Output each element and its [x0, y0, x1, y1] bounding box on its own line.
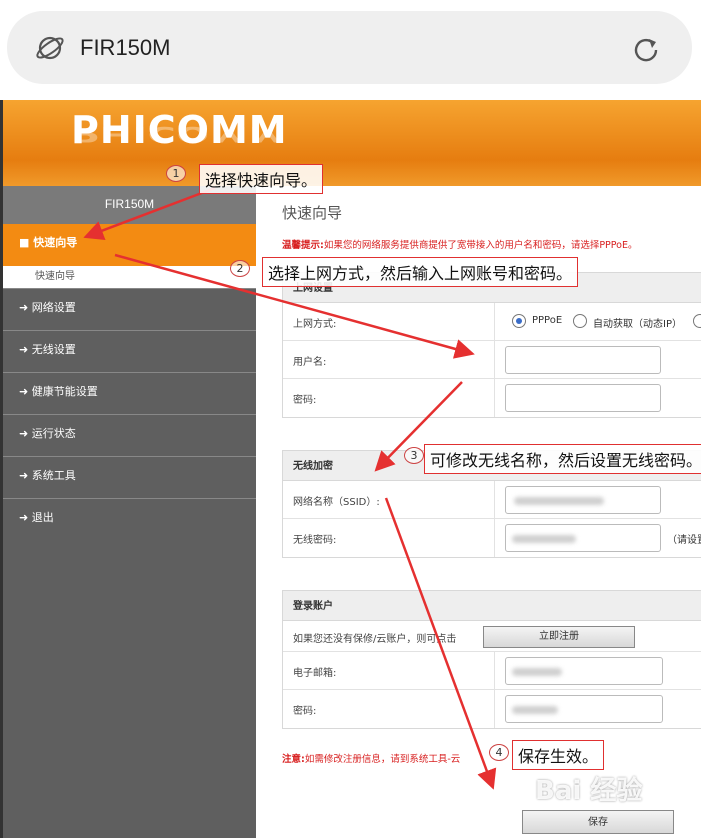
hint-body: 如果您的网络服务提供商提供了宽带接入的用户名和密码，请选择PPPoE。 — [323, 240, 638, 251]
register-button[interactable]: 立即注册 — [483, 626, 635, 648]
address-bar[interactable]: FIR150M — [7, 11, 692, 84]
pppoe-label[interactable]: PPPoE — [532, 315, 562, 326]
pppoe-radio[interactable] — [512, 314, 526, 328]
sidebar-item-label: 快速向导 — [33, 236, 78, 249]
hint-text: 温馨提示:如果您的网络服务提供商提供了宽带接入的用户名和密码，请选择PPPoE。 — [282, 237, 637, 251]
wifi-password-label: 无线密码: — [293, 535, 337, 546]
password-label: 密码: — [293, 395, 317, 406]
step-number-3: 3 — [404, 447, 424, 464]
register-row: 如果您还没有保修/云账户，则可点击 立即注册 — [283, 621, 701, 652]
email-label: 电子邮箱: — [293, 668, 337, 679]
account-password-input[interactable] — [505, 695, 663, 723]
sidebar-item-network[interactable]: ➜ 网络设置 — [3, 288, 256, 330]
reload-icon[interactable] — [631, 34, 661, 64]
dhcp-radio[interactable] — [573, 314, 587, 328]
step-number-2: 2 — [230, 260, 250, 277]
dhcp-label[interactable]: 自动获取（动态IP） — [593, 315, 682, 330]
sidebar-subitem-quick-guide[interactable]: 快速向导 — [3, 266, 256, 288]
sidebar-item-label: 运行状态 — [31, 427, 76, 440]
note-text: 注意:如需修改注册信息，请到系统工具-云 — [282, 751, 460, 765]
hint-prefix: 温馨提示: — [282, 240, 324, 251]
save-button[interactable]: 保存 — [522, 810, 674, 834]
sidebar-item-tools[interactable]: ➜ 系统工具 — [3, 456, 256, 498]
section-header: 登录账户 — [283, 591, 701, 621]
step-4-callout: 保存生效。 — [512, 740, 605, 770]
password-input[interactable] — [505, 384, 661, 412]
page-title: 快速向导 — [282, 204, 343, 222]
header-banner: PHICOMM PHICOMM — [3, 100, 701, 186]
ssid-row: 网络名称（SSID）: — [283, 481, 701, 519]
sidebar-item-wireless[interactable]: ➜ 无线设置 — [3, 330, 256, 372]
email-row: 电子邮箱: — [283, 652, 701, 690]
account-password-row: 密码: — [283, 690, 701, 728]
url-text[interactable]: FIR150M — [80, 33, 170, 63]
account-password-label: 密码: — [293, 706, 317, 717]
mode-row: 上网方式: PPPoE 自动获取（动态IP） — [283, 303, 701, 341]
username-label: 用户名: — [293, 357, 327, 368]
account-section: 登录账户 如果您还没有保修/云账户，则可点击 立即注册 电子邮箱: 密码: — [282, 590, 701, 729]
sidebar-item-label: 退出 — [31, 511, 54, 524]
wifi-password-hint: （请设置不 — [667, 535, 701, 546]
mode-label: 上网方式: — [293, 319, 337, 330]
note-prefix: 注意: — [282, 754, 305, 765]
password-row: 密码: — [283, 379, 701, 417]
wifi-password-input[interactable] — [505, 524, 661, 552]
sidebar-item-quick-guide[interactable]: ■ 快速向导 — [3, 224, 256, 266]
sidebar-item-logout[interactable]: ➜ 退出 — [3, 498, 256, 540]
sidebar-item-label: 网络设置 — [31, 301, 76, 314]
globe-icon — [36, 36, 64, 60]
email-input[interactable] — [505, 657, 663, 685]
other-radio[interactable] — [693, 314, 701, 328]
wifi-password-row: 无线密码: （请设置不 — [283, 519, 701, 557]
baidu-watermark: Bai 经验 — [535, 776, 643, 806]
brand-logo-reflection: PHICOMM — [71, 121, 288, 146]
sidebar-item-status[interactable]: ➜ 运行状态 — [3, 414, 256, 456]
note-body: 如需修改注册信息，请到系统工具-云 — [304, 754, 461, 765]
username-row: 用户名: — [283, 341, 701, 379]
sidebar-item-energy[interactable]: ➜ 健康节能设置 — [3, 372, 256, 414]
sidebar-item-label: 系统工具 — [31, 469, 76, 482]
step-1-callout: 选择快速向导。 — [199, 164, 324, 194]
step-number-4: 4 — [489, 744, 509, 761]
ssid-input[interactable] — [505, 486, 661, 514]
register-prompt: 如果您还没有保修/云账户，则可点击 — [293, 634, 457, 645]
step-3-callout: 可修改无线名称，然后设置无线密码。 — [424, 444, 701, 474]
username-input[interactable] — [505, 346, 661, 374]
sidebar-item-label: 健康节能设置 — [31, 385, 98, 398]
sidebar-item-label: 无线设置 — [31, 343, 76, 356]
step-number-1: 1 — [166, 165, 186, 182]
internet-settings-section: 上网设置 上网方式: PPPoE 自动获取（动态IP） 用户名: 密码: — [282, 272, 701, 418]
sidebar: FIR150M ■ 快速向导 快速向导 ➜ 网络设置 ➜ 无线设置 ➜ 健康节能… — [3, 186, 256, 838]
step-2-callout: 选择上网方式，然后输入上网账号和密码。 — [262, 257, 579, 287]
ssid-label: 网络名称（SSID）: — [293, 497, 380, 508]
